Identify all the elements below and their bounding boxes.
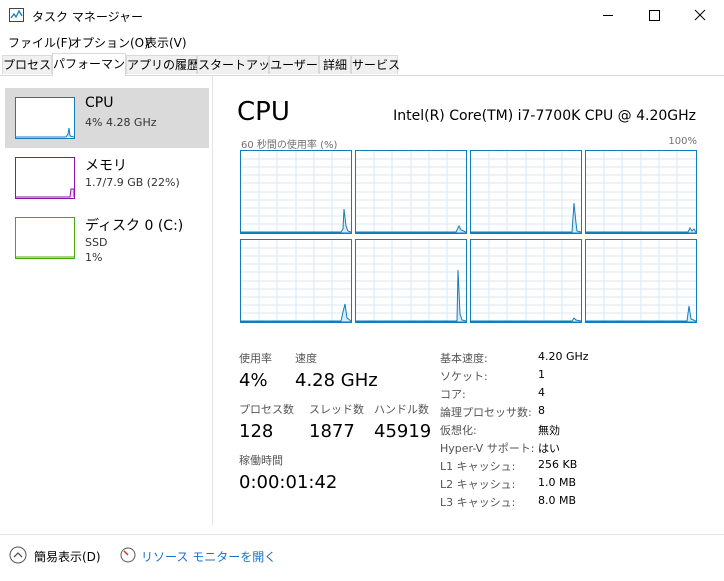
sidebar-item-label: CPU (85, 95, 114, 111)
minimize-icon (603, 15, 613, 16)
tab-processes[interactable]: プロセス (2, 55, 52, 74)
virtualization-label: 仮想化: (440, 424, 477, 437)
sockets-value: 1 (538, 368, 545, 381)
threads-label: スレッド数 (309, 403, 364, 416)
processor-graph (355, 150, 467, 234)
threads-value: 1877 (309, 421, 355, 442)
tab-performance[interactable]: パフォーマンス (52, 53, 137, 76)
usage-value: 4% (239, 370, 268, 391)
close-button[interactable] (677, 0, 723, 31)
processor-graph (240, 150, 352, 234)
hyperv-value: はい (538, 442, 560, 455)
l2-cache-value: 1.0 MB (538, 476, 577, 489)
cpu-model-name: Intel(R) Core(TM) i7-7700K CPU @ 4.20GHz (393, 108, 696, 124)
page-title: CPU (237, 97, 290, 127)
tab-details[interactable]: 詳細 (319, 55, 351, 74)
maximize-icon (649, 10, 660, 21)
sockets-label: ソケット: (440, 370, 488, 383)
hyperv-label: Hyper-V サポート: (440, 442, 535, 455)
tab-users[interactable]: ユーザー (269, 55, 319, 74)
maximize-button[interactable] (631, 0, 677, 31)
sidebar-item-label: メモリ (85, 158, 127, 174)
tab-bar: プロセス パフォーマンス アプリの履歴 スタートアップ ユーザー 詳細 サービス (0, 52, 724, 76)
disk-thumbnail-graph (15, 217, 75, 259)
handles-value: 45919 (374, 421, 432, 442)
logical-processor-graphs (240, 150, 697, 324)
minimize-button[interactable] (585, 0, 631, 31)
title-bar: タスク マネージャー (0, 0, 724, 31)
processes-value: 128 (239, 421, 274, 442)
sidebar-item-detail: 4% 4.28 GHz (85, 116, 157, 129)
tab-startup[interactable]: スタートアップ (197, 55, 282, 74)
sidebar-item-detail: SSD (85, 236, 108, 249)
processor-graph (240, 239, 352, 323)
fewer-details-button[interactable]: 簡易表示(D) (34, 548, 101, 565)
virtualization-value: 無効 (538, 424, 560, 437)
close-icon (694, 9, 706, 21)
open-resource-monitor-link[interactable]: リソース モニターを開く (141, 548, 276, 565)
speed-label: 速度 (295, 352, 317, 365)
uptime-label: 稼働時間 (239, 454, 283, 467)
memory-thumbnail-graph (15, 157, 75, 199)
performance-sidebar: CPU 4% 4.28 GHz メモリ 1.7/7.9 GB (22%) ディス… (0, 76, 213, 526)
uptime-value: 0:00:01:42 (239, 472, 338, 493)
l1-cache-label: L1 キャッシュ: (440, 460, 516, 473)
base-speed-value: 4.20 GHz (538, 350, 589, 363)
menu-file[interactable]: ファイル(F) (8, 34, 72, 51)
processor-graph (470, 239, 582, 323)
menu-options[interactable]: オプション(O) (70, 34, 149, 51)
logical-processors-label: 論理プロセッサ数: (440, 406, 532, 419)
l3-cache-value: 8.0 MB (538, 494, 577, 507)
cores-label: コア: (440, 388, 466, 401)
sidebar-item-disk[interactable]: ディスク 0 (C:) SSD 1% (5, 208, 209, 268)
footer-bar: 簡易表示(D) リソース モニターを開く (0, 534, 724, 581)
sidebar-item-detail: 1.7/7.9 GB (22%) (85, 176, 180, 189)
task-manager-icon (9, 8, 24, 22)
cpu-detail-panel: CPU Intel(R) Core(TM) i7-7700K CPU @ 4.2… (213, 76, 724, 526)
sidebar-item-detail: 1% (85, 251, 103, 264)
tab-app-history[interactable]: アプリの履歴 (126, 55, 199, 74)
logical-processors-value: 8 (538, 404, 545, 417)
sidebar-item-memory[interactable]: メモリ 1.7/7.9 GB (22%) (5, 148, 209, 208)
l2-cache-label: L2 キャッシュ: (440, 478, 516, 491)
tab-services[interactable]: サービス (351, 55, 400, 74)
usage-label: 使用率 (239, 352, 272, 365)
processor-graph (470, 150, 582, 234)
processor-graph (355, 239, 467, 323)
menu-bar: ファイル(F) オプション(O) 表示(V) (0, 31, 724, 51)
processor-graph (585, 239, 697, 323)
graph-max-label: 100% (668, 136, 697, 147)
window-title: タスク マネージャー (32, 10, 143, 24)
resource-monitor-icon (120, 547, 136, 563)
cpu-thumbnail-graph (15, 97, 75, 139)
processor-graph (585, 150, 697, 234)
processes-label: プロセス数 (239, 403, 294, 416)
sidebar-item-cpu[interactable]: CPU 4% 4.28 GHz (5, 88, 209, 148)
sidebar-item-label: ディスク 0 (C:) (85, 218, 184, 234)
l1-cache-value: 256 KB (538, 458, 578, 471)
cores-value: 4 (538, 386, 545, 399)
handles-label: ハンドル数 (374, 403, 429, 416)
base-speed-label: 基本速度: (440, 352, 488, 365)
chevron-up-icon[interactable] (9, 546, 27, 564)
graph-caption: 60 秒間の使用率 (%) (241, 140, 338, 151)
speed-value: 4.28 GHz (295, 370, 378, 391)
menu-view[interactable]: 表示(V) (145, 34, 187, 51)
l3-cache-label: L3 キャッシュ: (440, 496, 516, 509)
